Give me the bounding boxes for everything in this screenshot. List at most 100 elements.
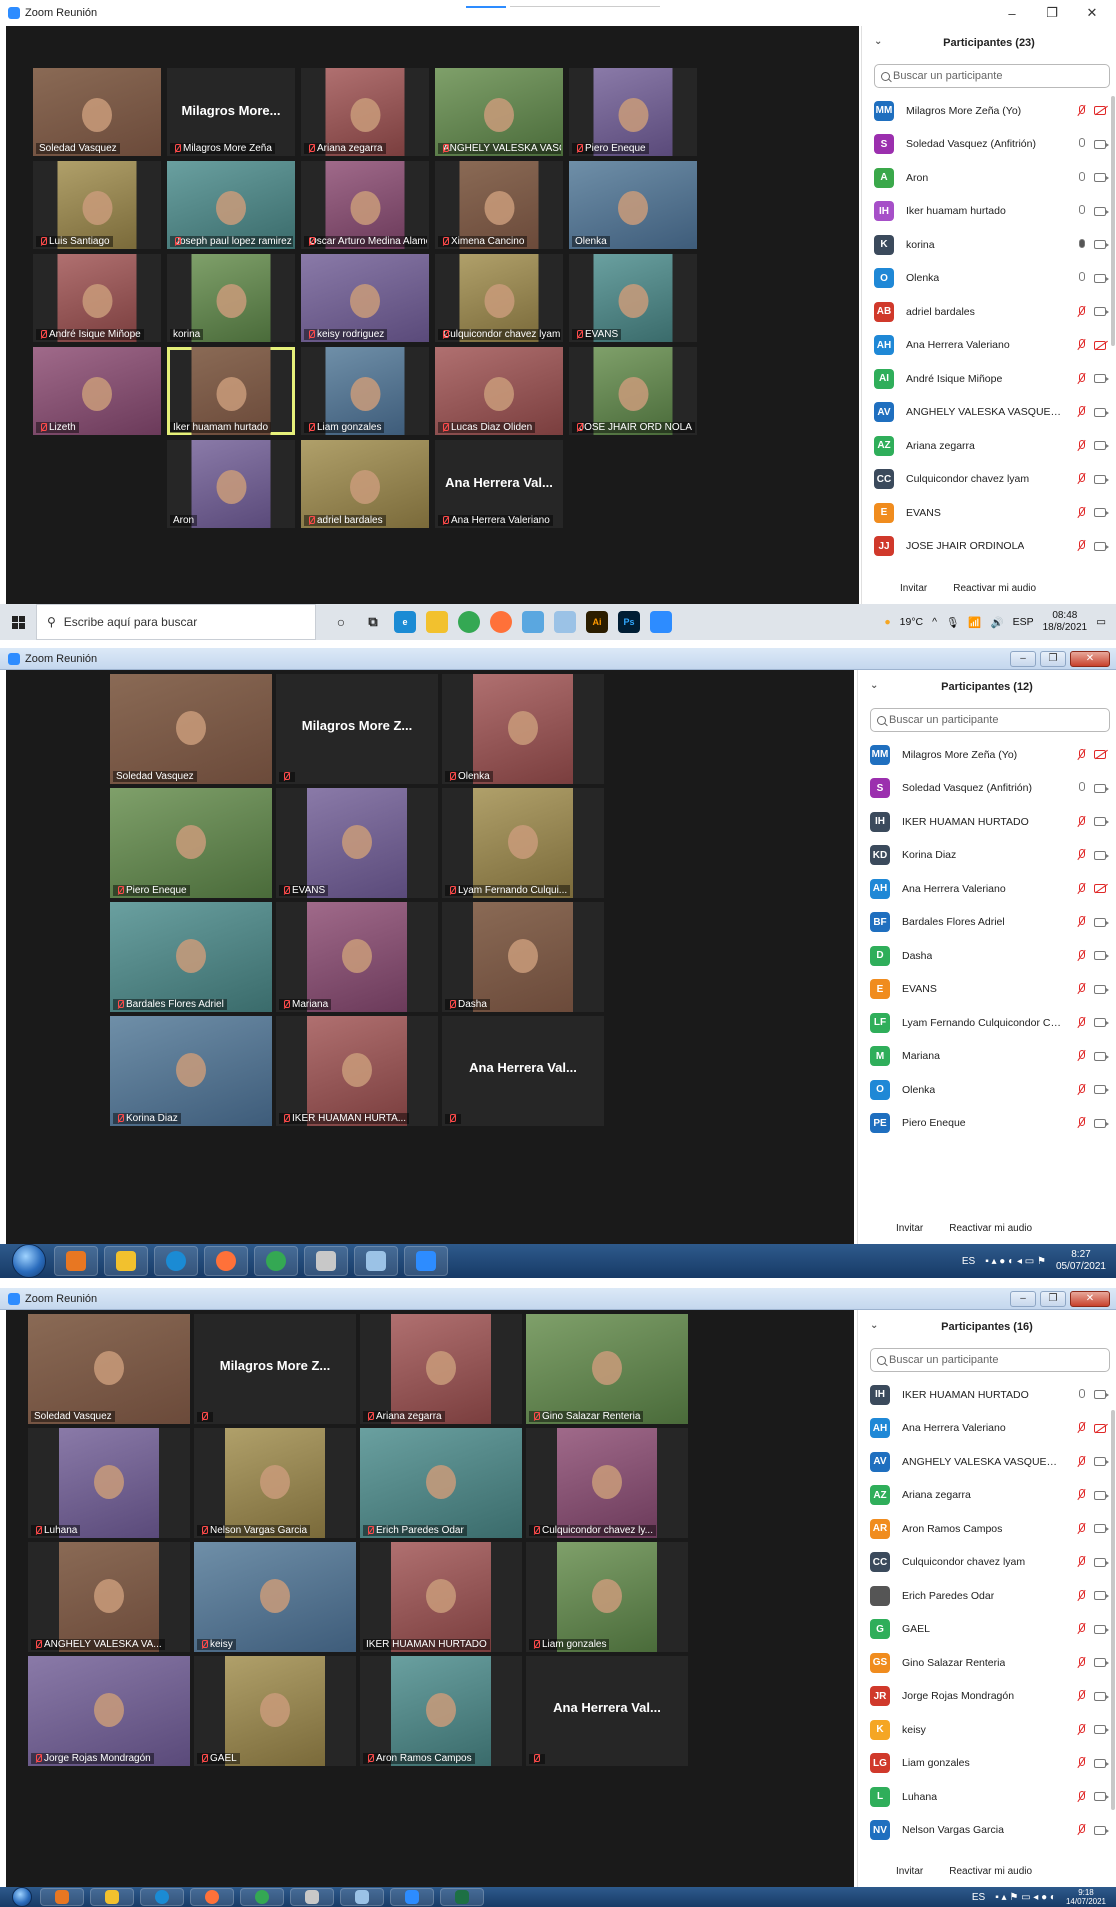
scrollbar[interactable] (1111, 1410, 1115, 1810)
participant-row[interactable]: A Aron (862, 161, 1116, 195)
participant-row[interactable]: AH Ana Herrera Valeriano (858, 872, 1116, 906)
video-tile[interactable]: Ximena Cancino (435, 161, 563, 249)
video-tile[interactable]: Ana Herrera Val... (526, 1656, 688, 1766)
video-tile[interactable]: Nelson Vargas Garcia (194, 1428, 356, 1538)
mic-muted-icon[interactable] (1076, 1690, 1086, 1702)
mic-muted-icon[interactable] (1076, 1824, 1086, 1836)
participant-row[interactable]: PE Piero Eneque (858, 1107, 1116, 1141)
mic-icon[interactable] (1076, 1388, 1086, 1401)
mic-muted-icon[interactable] (1076, 1422, 1086, 1434)
task-view-icon[interactable]: ⧉ (362, 611, 384, 633)
video-tile[interactable]: Liam gonzales (301, 347, 429, 435)
mic-muted-icon[interactable] (1076, 439, 1086, 452)
photoshop-icon[interactable]: Ps (618, 611, 640, 633)
participant-row[interactable]: IH Iker huamam hurtado (862, 195, 1116, 229)
video-icon[interactable] (1094, 474, 1109, 484)
video-icon[interactable] (1094, 1085, 1109, 1095)
video-icon[interactable] (1094, 139, 1109, 149)
mic-muted-icon[interactable] (1076, 916, 1086, 928)
video-icon[interactable] (1094, 1691, 1109, 1701)
participant-row[interactable]: E EVANS (862, 496, 1116, 530)
video-tile[interactable]: Iker huamam hurtado (167, 347, 295, 435)
participant-row[interactable]: IH IKER HUAMAN HURTADO (858, 805, 1116, 839)
firefox-icon[interactable] (204, 1246, 248, 1276)
excel-icon[interactable] (440, 1888, 484, 1906)
mic-muted-icon[interactable] (1076, 1522, 1086, 1535)
chrome-icon[interactable] (254, 1246, 298, 1276)
video-icon[interactable] (1094, 273, 1109, 283)
video-icon[interactable] (1094, 173, 1109, 183)
mic-icon[interactable] (1076, 138, 1086, 150)
video-icon[interactable] (1094, 441, 1109, 451)
mic-muted-icon[interactable] (1076, 473, 1086, 485)
mic-muted-icon[interactable] (1076, 506, 1086, 519)
invite-button[interactable]: Invitar (890, 1862, 929, 1881)
video-tile[interactable]: keisy rodriguez (301, 254, 429, 342)
mic-muted-icon[interactable] (1076, 748, 1086, 761)
mic-icon[interactable] (1076, 171, 1086, 184)
mic-muted-icon[interactable] (1076, 540, 1086, 552)
notification-icon[interactable]: ▭ (1096, 616, 1106, 628)
close-icon[interactable]: ✕ (1074, 5, 1110, 21)
video-tile[interactable]: Mariana (276, 902, 438, 1012)
participant-row[interactable]: AZ Ariana zegarra (858, 1479, 1116, 1513)
participant-row[interactable]: L Luhana (858, 1780, 1116, 1814)
taskbar-clock[interactable]: 8:27 05/07/2021 (1056, 1249, 1106, 1273)
video-tile[interactable]: Oscar Arturo Medina Alamo (301, 161, 429, 249)
mic-icon[interactable] (1076, 782, 1086, 794)
zoom-taskbar-icon[interactable] (390, 1888, 434, 1906)
video-off-icon[interactable] (1094, 340, 1106, 350)
video-tile[interactable]: adriel bardales (301, 440, 429, 528)
file-explorer-icon[interactable] (426, 611, 448, 633)
video-icon[interactable] (1094, 1825, 1109, 1835)
mic-muted-icon[interactable] (1076, 1589, 1086, 1602)
close-icon[interactable]: ✕ (1070, 650, 1110, 667)
chevron-down-icon[interactable]: ⌄ (870, 1320, 878, 1331)
windows-start-icon[interactable] (12, 1887, 32, 1907)
video-icon[interactable] (1094, 407, 1109, 417)
firefox-icon[interactable] (190, 1888, 234, 1906)
video-tile[interactable]: IKER HUAMAN HURTA... (276, 1016, 438, 1126)
video-icon[interactable] (1094, 374, 1109, 384)
edge-icon[interactable] (154, 1246, 198, 1276)
video-icon[interactable] (1094, 1051, 1109, 1061)
video-icon[interactable] (1094, 541, 1109, 551)
participant-search-input[interactable]: Buscar un participante (874, 64, 1110, 88)
participant-row[interactable]: O Olenka (862, 262, 1116, 296)
zoom-taskbar-icon[interactable] (404, 1246, 448, 1276)
mic-muted-icon[interactable] (1076, 1790, 1086, 1803)
language-indicator[interactable]: ESP (1013, 616, 1034, 628)
video-tile[interactable]: Ana Herrera Val... Ana Herrera Valeriano (435, 440, 563, 528)
video-tile[interactable]: Korina Diaz (110, 1016, 272, 1126)
mic-muted-icon[interactable] (1076, 406, 1086, 418)
app-icon[interactable] (340, 1888, 384, 1906)
tray-arrow-icon[interactable]: ^ (932, 616, 937, 628)
mic-muted-icon[interactable] (1076, 815, 1086, 828)
tray-icons[interactable]: ▪ ▴ ⚑ ▭ ◂ ● ◐ (995, 1892, 1056, 1903)
mic-icon[interactable] (1076, 238, 1086, 251)
mic-muted-icon[interactable] (1076, 1489, 1086, 1501)
video-tile[interactable]: GAEL (194, 1656, 356, 1766)
participant-row[interactable]: CC Culquicondor chavez lyam (862, 463, 1116, 497)
video-tile[interactable]: IKER HUAMAN HURTADO (360, 1542, 522, 1652)
unmute-me-button[interactable]: Reactivar mi audio (943, 1862, 1038, 1881)
video-tile[interactable]: Piero Eneque (569, 68, 697, 156)
video-tile[interactable]: Lyam Fernando Culqui... (442, 788, 604, 898)
video-tile[interactable]: Luhana (28, 1428, 190, 1538)
taskbar-clock[interactable]: 9:18 14/07/2021 (1066, 1888, 1106, 1906)
chevron-down-icon[interactable]: ⌄ (874, 36, 882, 47)
language-indicator[interactable]: ES (962, 1256, 975, 1267)
mic-icon[interactable] (1076, 272, 1086, 284)
video-icon[interactable] (1094, 850, 1109, 860)
volume-icon[interactable]: 🔊 (990, 616, 1003, 629)
video-tile[interactable]: keisy (194, 1542, 356, 1652)
mic-muted-icon[interactable] (1076, 1623, 1086, 1635)
taskbar-search-input[interactable]: ⚲ Escribe aquí para buscar (36, 604, 316, 640)
video-icon[interactable] (1094, 307, 1109, 317)
video-tile[interactable]: Erich Paredes Odar (360, 1428, 522, 1538)
video-icon[interactable] (1094, 917, 1109, 927)
video-tile[interactable]: Ana Herrera Val... (442, 1016, 604, 1126)
participant-row[interactable]: Erich Paredes Odar (858, 1579, 1116, 1613)
invite-button[interactable]: Invitar (890, 1219, 929, 1238)
video-icon[interactable] (1094, 984, 1109, 994)
